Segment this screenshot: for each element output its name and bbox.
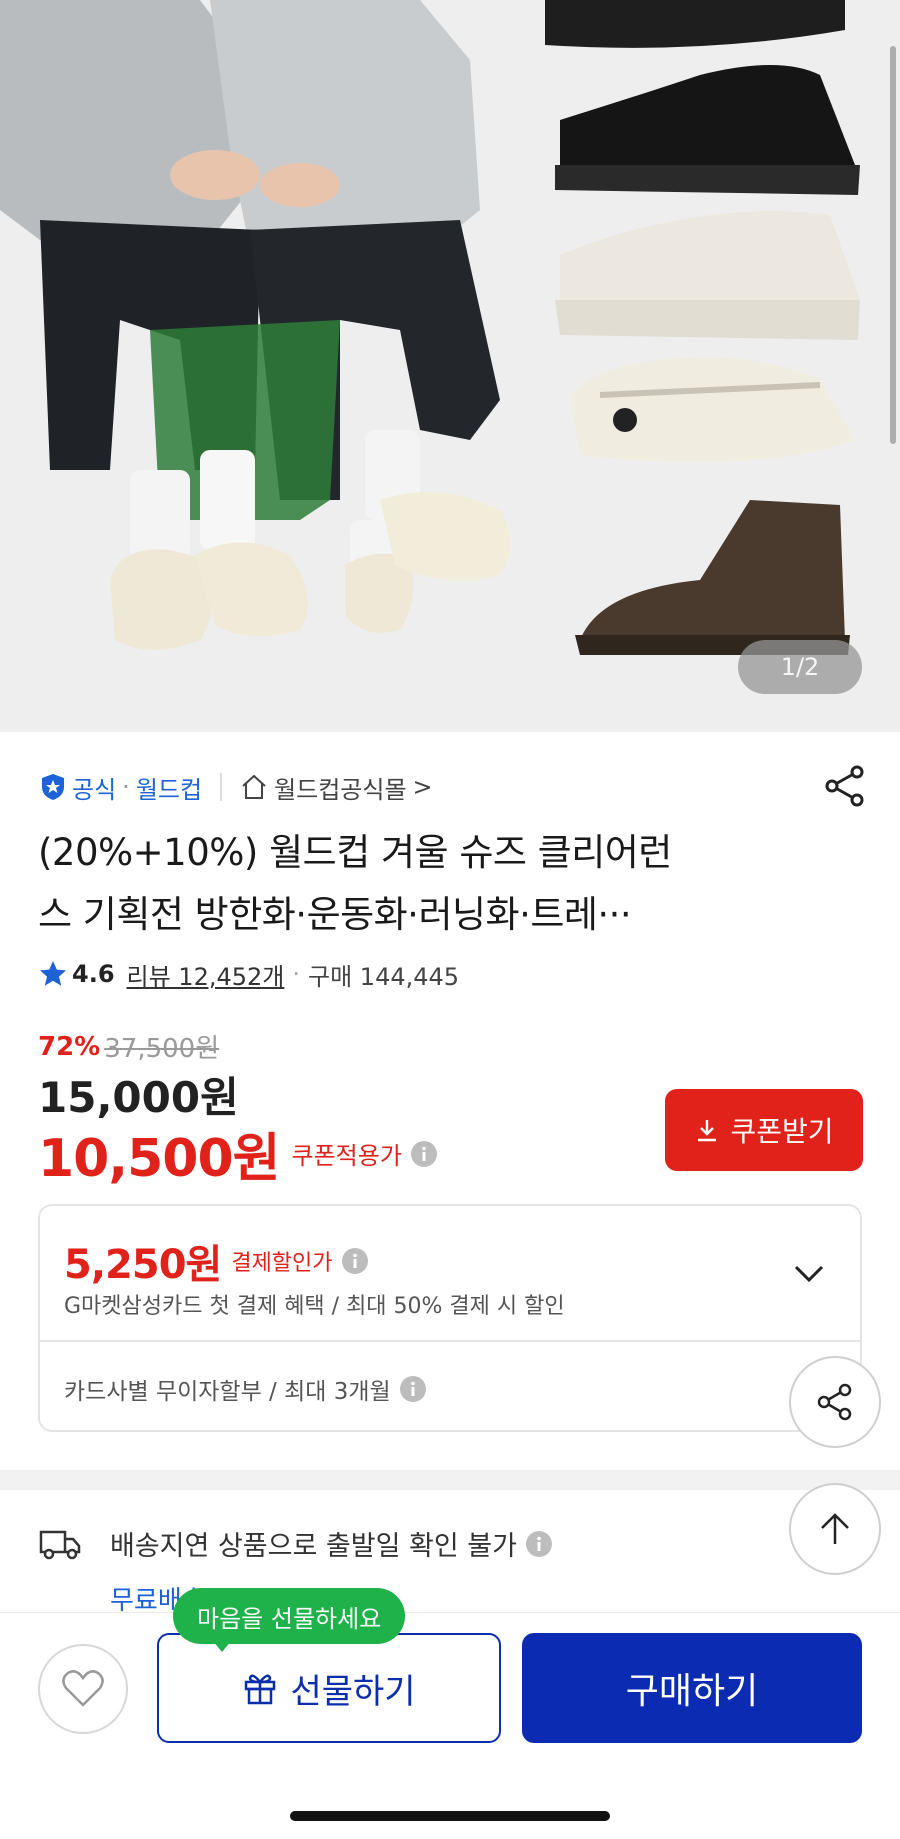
coupon-price-label: 쿠폰적용가 — [291, 1142, 402, 1170]
product-image-carousel[interactable]: 1/2 — [0, 0, 900, 732]
gift-tooltip-tail — [212, 1640, 232, 1652]
payment-benefit-card: 5,250원 결제할인가 G마켓삼성카드 첫 결제 혜택 / 최대 50% 결제… — [38, 1204, 862, 1432]
shipping-notice: 배송지연 상품으로 출발일 확인 불가 — [38, 1524, 553, 1563]
store-chevron: > — [412, 773, 433, 801]
title-line-1: (20%+10%) 월드컵 겨울 슈즈 클리어런 — [38, 831, 672, 874]
store-link[interactable]: 월드컵공식몰 > — [240, 770, 433, 805]
share-icon[interactable] — [822, 763, 868, 809]
product-photo — [0, 0, 900, 732]
title-line-2: 스 기획전 방한화·운동화·러닝화·트레··· — [38, 893, 632, 936]
payment-price-label: 결제할인가 — [231, 1251, 333, 1276]
coupon-price-row: 10,500원 쿠폰적용가 — [38, 1116, 438, 1191]
store-name: 월드컵공식몰 — [274, 775, 407, 804]
gift-tooltip: 마음을 선물하세요 — [173, 1588, 406, 1644]
bottom-action-bar: 선물하기 구매하기 — [0, 1612, 900, 1839]
separator: · — [122, 773, 130, 801]
official-label: 공식 — [72, 775, 117, 804]
payment-discount-section[interactable]: 5,250원 결제할인가 G마켓삼성카드 첫 결제 혜택 / 최대 50% 결제… — [40, 1206, 860, 1342]
image-page-counter: 1/2 — [738, 640, 862, 694]
brand-link[interactable]: 월드컵 — [136, 770, 202, 805]
info-icon[interactable] — [525, 1530, 553, 1558]
installment-text: 카드사별 무이자할부 / 최대 3개월 — [64, 1379, 391, 1405]
original-price: 37,500원 — [104, 1034, 220, 1064]
coupon-price: 10,500원 — [38, 1129, 281, 1189]
discount-row: 72% 37,500원 — [38, 1028, 219, 1065]
arrow-up-icon — [821, 1513, 849, 1544]
chevron-down-icon[interactable] — [792, 1256, 826, 1290]
truck-icon — [39, 1530, 81, 1559]
info-icon[interactable] — [341, 1247, 369, 1275]
gift-icon — [245, 1674, 276, 1705]
heart-icon — [62, 1670, 104, 1707]
seller-row: 공식 · 월드컵 월드컵공식몰 > — [38, 763, 868, 811]
rating-row: 4.6 리뷰 12,452개 · 구매 144,445 — [38, 954, 459, 994]
discount-rate: 72% — [38, 1031, 101, 1062]
floating-share-button[interactable] — [789, 1356, 881, 1448]
divider — [220, 773, 223, 801]
rating-score: 4.6 — [72, 960, 115, 988]
info-icon[interactable] — [410, 1140, 438, 1168]
buy-button[interactable]: 구매하기 — [522, 1633, 862, 1743]
section-divider — [0, 1470, 900, 1490]
scrollbar[interactable] — [890, 46, 896, 444]
star-icon — [40, 961, 66, 986]
official-badge[interactable]: 공식 — [38, 770, 116, 805]
share-icon — [817, 1383, 852, 1421]
home-indicator[interactable] — [290, 1811, 610, 1821]
payment-price: 5,250원 — [64, 1242, 222, 1288]
gift-button[interactable]: 선물하기 — [157, 1633, 501, 1743]
payment-description: G마켓삼성카드 첫 결제 혜택 / 최대 50% 결제 시 할인 — [64, 1294, 565, 1319]
product-title: (20%+10%) 월드컵 겨울 슈즈 클리어런 스 기획전 방한화·운동화·러… — [38, 822, 838, 946]
home-icon — [242, 774, 266, 799]
purchase-count: 구매 144,445 — [308, 962, 460, 991]
review-link[interactable]: 리뷰 12,452개 — [127, 957, 285, 992]
download-icon — [698, 1120, 717, 1142]
coupon-download-button[interactable]: 쿠폰받기 — [665, 1089, 863, 1171]
buy-button-label: 구매하기 — [625, 1670, 759, 1711]
scroll-to-top-button[interactable] — [789, 1483, 881, 1575]
wishlist-button[interactable] — [38, 1644, 128, 1734]
coupon-button-label: 쿠폰받기 — [730, 1116, 834, 1147]
shipping-notice-text: 배송지연 상품으로 출발일 확인 불가 — [110, 1531, 517, 1562]
info-icon[interactable] — [399, 1375, 427, 1403]
gift-button-label: 선물하기 — [290, 1672, 416, 1711]
shield-star-icon — [42, 774, 64, 800]
payment-price-row: 5,250원 결제할인가 — [64, 1232, 369, 1290]
separator: · — [292, 960, 301, 988]
installment-info: 카드사별 무이자할부 / 최대 3개월 — [64, 1372, 427, 1406]
